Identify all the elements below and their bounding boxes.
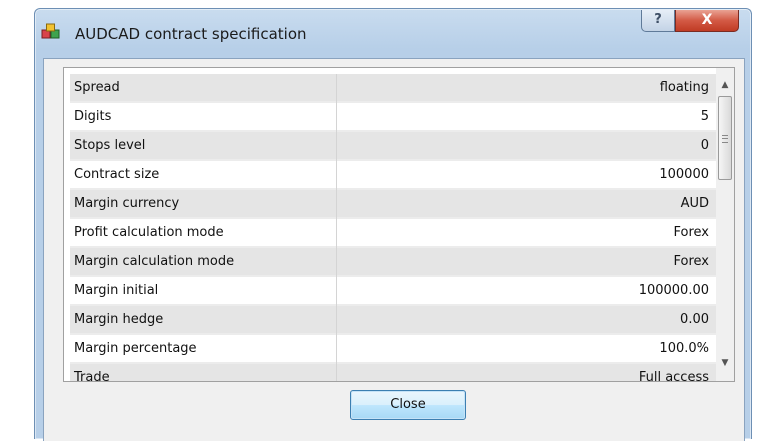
row-value: 0.00 — [337, 306, 716, 333]
table-row[interactable]: Margin percentage 100.0% — [70, 335, 716, 364]
row-label: Trade — [70, 364, 336, 381]
row-value: 100000.00 — [337, 277, 716, 304]
row-value: 100.0% — [337, 335, 716, 362]
row-value: 0 — [337, 132, 716, 159]
table-row[interactable]: Spread floating — [70, 74, 716, 103]
scroll-down-arrow-icon[interactable]: ▼ — [716, 354, 734, 372]
close-button[interactable]: Close — [350, 390, 466, 420]
cubes-icon — [41, 23, 60, 39]
row-value: AUD — [337, 190, 716, 217]
row-value: floating — [337, 74, 716, 101]
grip-icon — [722, 135, 728, 143]
row-label: Profit calculation mode — [70, 219, 336, 246]
table-row[interactable]: Stops level 0 — [70, 132, 716, 161]
row-label: Margin hedge — [70, 306, 336, 333]
table-row[interactable]: Digits 5 — [70, 103, 716, 132]
window-close-button[interactable]: X — [675, 10, 739, 32]
row-value: Forex — [337, 219, 716, 246]
row-label: Spread — [70, 74, 336, 101]
row-value: 5 — [337, 103, 716, 130]
dialog-body: Spread floating Digits 5 Stops level 0 C… — [43, 58, 745, 441]
contract-spec-dialog: AUDCAD contract specification ? X Spread… — [34, 8, 752, 441]
row-label: Margin currency — [70, 190, 336, 217]
scroll-up-arrow-icon[interactable]: ▲ — [716, 76, 734, 94]
vertical-scrollbar[interactable]: ▲ ▼ — [716, 68, 734, 381]
row-label: Stops level — [70, 132, 336, 159]
help-button[interactable]: ? — [641, 10, 675, 32]
window-title: AUDCAD contract specification — [75, 25, 307, 43]
table-row[interactable]: Margin calculation mode Forex — [70, 248, 716, 277]
scroll-thumb[interactable] — [718, 96, 732, 180]
row-label: Contract size — [70, 161, 336, 188]
table-row[interactable]: Trade Full access — [70, 364, 716, 381]
table-row[interactable]: Contract size 100000 — [70, 161, 716, 190]
table-row[interactable]: Margin hedge 0.00 — [70, 306, 716, 335]
table-row[interactable]: Margin initial 100000.00 — [70, 277, 716, 306]
table-row[interactable]: Profit calculation mode Forex — [70, 219, 716, 248]
spec-list[interactable]: Spread floating Digits 5 Stops level 0 C… — [63, 67, 735, 382]
title-bar[interactable]: AUDCAD contract specification ? X — [35, 9, 751, 57]
row-label: Margin percentage — [70, 335, 336, 362]
table-row[interactable]: Margin currency AUD — [70, 190, 716, 219]
row-value: Forex — [337, 248, 716, 275]
row-value: Full access — [337, 364, 716, 381]
spec-table: Spread floating Digits 5 Stops level 0 C… — [70, 74, 716, 381]
column-divider[interactable] — [336, 74, 337, 381]
row-label: Margin initial — [70, 277, 336, 304]
row-label: Digits — [70, 103, 336, 130]
row-value: 100000 — [337, 161, 716, 188]
row-label: Margin calculation mode — [70, 248, 336, 275]
